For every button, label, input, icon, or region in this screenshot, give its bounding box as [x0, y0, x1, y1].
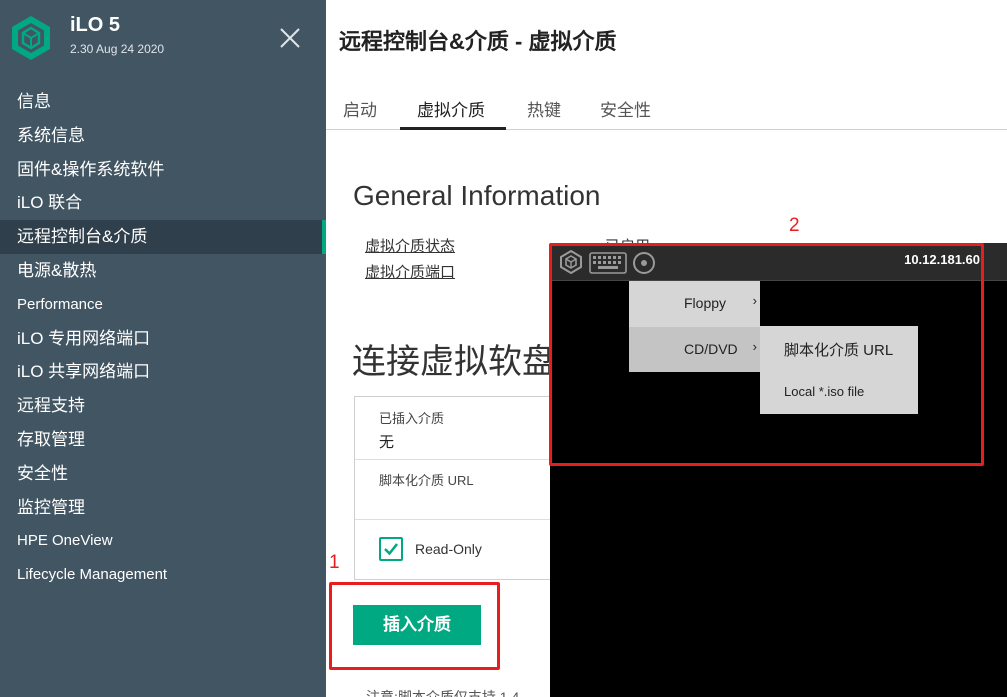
- sidebar-nav: 信息 系统信息 固件&操作系统软件 iLO 联合 远程控制台&介质 电源&散热 Perfor…: [0, 85, 326, 592]
- sidebar-nav-item[interactable]: 远程控制台&介质: [0, 220, 326, 254]
- tab-bar: 启动 虚拟介质 热键 安全性: [326, 88, 1007, 130]
- note-text: 注意:脚本介质仅支持 1.4: [366, 689, 520, 697]
- close-sidebar-button[interactable]: [276, 24, 304, 52]
- inserted-media-value: 无: [379, 434, 395, 451]
- sidebar: iLO 5 2.30 Aug 24 2020 信息 系统信息 固件&操作系统软件 iL…: [0, 0, 326, 697]
- brand-name: iLO 5: [70, 14, 121, 36]
- divider: [355, 519, 553, 520]
- script-url-label: 脚本化介质 URL: [379, 473, 474, 488]
- inserted-media-label: 已插入介质: [379, 411, 445, 426]
- vm-port-link[interactable]: 虚拟介质端口: [365, 261, 455, 282]
- sidebar-nav-item[interactable]: 信息: [0, 85, 326, 119]
- hpe-ilo-logo-icon: [9, 14, 53, 62]
- sidebar-nav-item[interactable]: 电源&散热: [0, 254, 326, 288]
- media-form: 已插入介质 无 脚本化介质 URL Read-Only: [354, 396, 554, 580]
- page-title: 远程控制台&介质 - 虚拟介质: [339, 29, 617, 54]
- general-info-heading: General Information: [353, 180, 601, 211]
- annotation-box-2: [549, 243, 984, 466]
- sidebar-nav-item[interactable]: iLO 联合: [0, 186, 326, 220]
- sidebar-nav-item[interactable]: Lifecycle Management: [0, 558, 326, 592]
- checkmark-icon: [384, 543, 398, 556]
- annotation-number-1: 1: [329, 552, 340, 573]
- tab-virtual-media[interactable]: 虚拟介质: [417, 96, 485, 121]
- sidebar-nav-item[interactable]: 远程支持: [0, 389, 326, 423]
- sidebar-nav-item[interactable]: 系统信息: [0, 119, 326, 153]
- tab-hotkeys[interactable]: 热键: [527, 96, 561, 121]
- tab-security[interactable]: 安全性: [600, 96, 651, 121]
- sidebar-nav-item[interactable]: 安全性: [0, 457, 326, 491]
- tab-boot[interactable]: 启动: [343, 96, 377, 121]
- sidebar-nav-item[interactable]: HPE OneView: [0, 524, 326, 558]
- readonly-label: Read-Only: [415, 541, 482, 557]
- sidebar-nav-item[interactable]: Performance: [0, 288, 326, 322]
- sidebar-nav-item[interactable]: 固件&操作系统软件: [0, 153, 326, 187]
- annotation-box-1: [329, 582, 500, 670]
- brand: iLO 5 2.30 Aug 24 2020: [70, 14, 164, 56]
- sidebar-nav-item[interactable]: 监控管理: [0, 491, 326, 525]
- brand-version: 2.30 Aug 24 2020: [70, 42, 165, 56]
- sidebar-nav-item[interactable]: iLO 共享网络端口: [0, 355, 326, 389]
- connect-floppy-heading: 连接虚拟软盘: [352, 343, 556, 381]
- annotation-number-2: 2: [789, 215, 800, 236]
- divider: [355, 459, 553, 460]
- readonly-checkbox[interactable]: [379, 537, 403, 561]
- vm-status-link[interactable]: 虚拟介质状态: [365, 235, 455, 256]
- close-icon: [280, 28, 300, 48]
- sidebar-nav-item[interactable]: 存取管理: [0, 423, 326, 457]
- sidebar-nav-item[interactable]: iLO 专用网络端口: [0, 322, 326, 356]
- active-tab-indicator: [400, 127, 506, 130]
